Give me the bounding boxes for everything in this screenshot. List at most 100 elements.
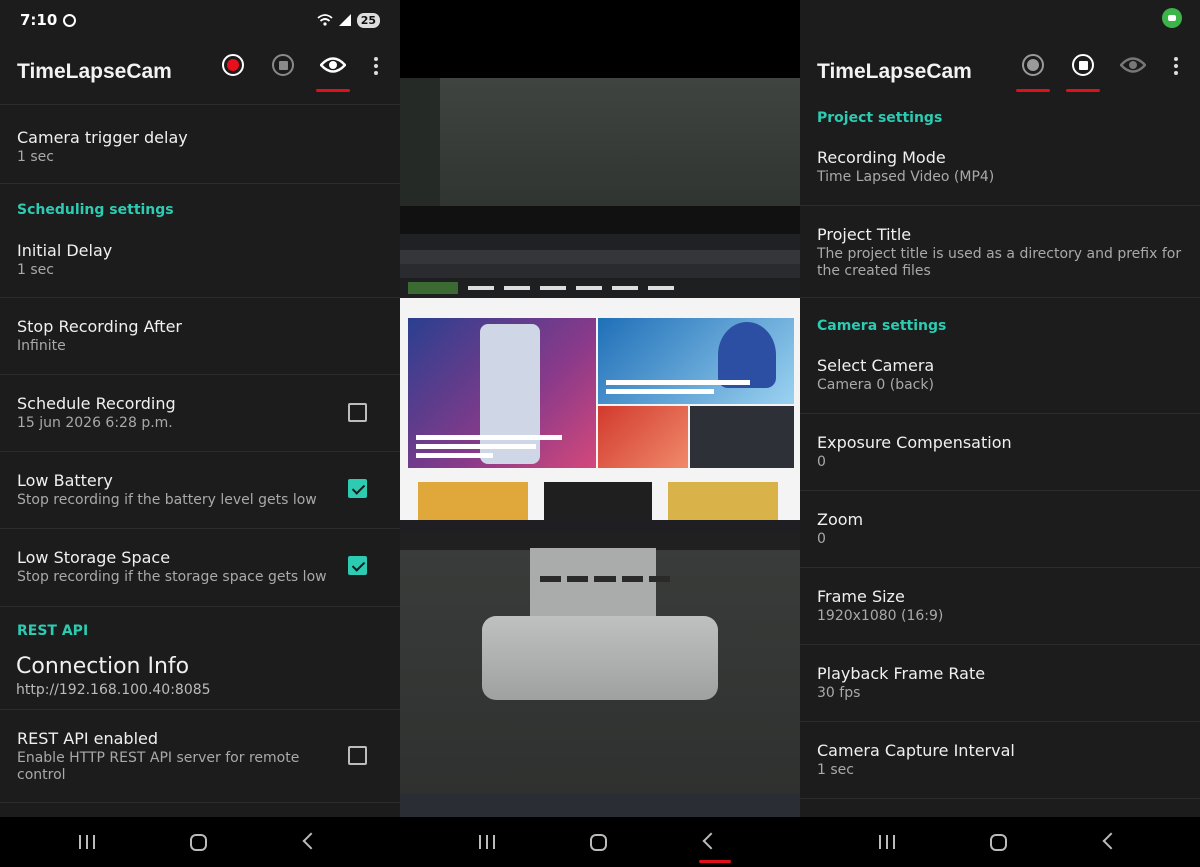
- section-scheduling: Scheduling settings: [17, 202, 174, 218]
- back-icon[interactable]: [1102, 832, 1120, 850]
- pref-schedule-recording[interactable]: Schedule Recording 15 jun 2026 6:28 p.m.: [0, 375, 400, 452]
- pref-camera-trigger-delay[interactable]: Camera trigger delay 1 sec: [0, 104, 400, 184]
- camera-preview[interactable]: [400, 78, 800, 817]
- active-underline: [1066, 89, 1100, 92]
- pref-frame-size[interactable]: Frame Size 1920x1080 (16:9): [800, 568, 1200, 645]
- pref-title: Recording Mode: [817, 148, 946, 167]
- pref-summary: 0: [817, 531, 826, 547]
- record-button[interactable]: [218, 50, 248, 80]
- pref-recording-mode[interactable]: Recording Mode Time Lapsed Video (MP4): [800, 134, 1200, 206]
- nav-bar: [400, 817, 800, 867]
- pref-zoom[interactable]: Zoom 0: [800, 491, 1200, 568]
- more-vert-icon[interactable]: [371, 51, 381, 81]
- pref-summary: The project title is used as a directory…: [817, 246, 1182, 279]
- photo-monitor-screen: [400, 234, 800, 534]
- recents-icon[interactable]: [479, 835, 495, 849]
- pref-connection-info[interactable]: Connection Info http://192.168.100.40:80…: [0, 648, 400, 710]
- whatsapp-icon: [63, 13, 77, 27]
- pref-summary: Stop recording if the battery level gets…: [17, 492, 317, 508]
- app-title: TimeLapseCam: [817, 60, 972, 83]
- pref-project-title[interactable]: Project Title The project title is used …: [800, 206, 1200, 298]
- pref-title: REST API enabled: [17, 729, 159, 748]
- app-toolbar: TimeLapseCam: [0, 40, 400, 104]
- pref-summary: Infinite: [17, 338, 66, 354]
- pref-summary: 30 fps: [817, 685, 861, 701]
- home-icon[interactable]: [190, 834, 207, 851]
- record-icon: [1022, 54, 1044, 76]
- record-icon: [222, 54, 244, 76]
- pref-title: Playback Frame Rate: [817, 664, 986, 683]
- home-icon[interactable]: [590, 834, 607, 851]
- preview-eye-icon: [320, 57, 346, 73]
- pref-summary: Camera 0 (back): [817, 377, 934, 393]
- right-settings-screen: TimeLapseCam Project settings Recording …: [800, 0, 1200, 867]
- preview-eye-icon: [1120, 57, 1146, 73]
- pref-title: Initial Delay: [17, 241, 113, 260]
- pref-title: Low Storage Space: [17, 548, 171, 567]
- pref-summary: 0: [817, 454, 826, 470]
- signal-icon: [338, 14, 351, 26]
- active-underline: [316, 89, 350, 92]
- nav-bar: [800, 817, 1200, 867]
- app-toolbar: TimeLapseCam: [800, 40, 1200, 104]
- pref-camera-capture-interval[interactable]: Camera Capture Interval 1 sec: [800, 722, 1200, 799]
- pref-summary: Enable HTTP REST API server for remote c…: [17, 750, 300, 783]
- pref-select-camera[interactable]: Select Camera Camera 0 (back): [800, 342, 1200, 414]
- pref-title: Exposure Compensation: [817, 433, 1012, 452]
- status-time: 7:10: [20, 11, 58, 29]
- record-button[interactable]: [1016, 50, 1050, 92]
- pref-title: Frame Size: [817, 587, 905, 606]
- pref-title: Connection Info: [16, 654, 190, 679]
- section-project: Project settings: [817, 110, 943, 126]
- back-icon[interactable]: [702, 832, 720, 850]
- stop-button[interactable]: [268, 50, 298, 80]
- pref-title: Low Battery: [17, 471, 113, 490]
- pref-title: Zoom: [817, 510, 864, 529]
- pref-rest-api-enabled[interactable]: REST API enabled Enable HTTP REST API se…: [0, 710, 400, 803]
- pref-title: Select Camera: [817, 356, 935, 375]
- schedule-recording-checkbox[interactable]: [348, 403, 367, 422]
- pref-summary: Stop recording if the storage space gets…: [17, 569, 327, 585]
- active-underline: [699, 860, 731, 863]
- pref-title: Schedule Recording: [17, 394, 176, 413]
- preview-button[interactable]: [316, 50, 350, 92]
- back-icon[interactable]: [302, 832, 320, 850]
- section-camera: Camera settings: [817, 318, 947, 334]
- section-rest-api: REST API: [17, 623, 89, 639]
- pref-summary: 15 jun 2026 6:28 p.m.: [17, 415, 173, 431]
- home-icon[interactable]: [990, 834, 1007, 851]
- battery-icon: 25: [356, 12, 380, 28]
- stop-icon: [1072, 54, 1094, 76]
- pref-summary: 1920x1080 (16:9): [817, 608, 944, 624]
- pref-exposure-compensation[interactable]: Exposure Compensation 0: [800, 414, 1200, 491]
- pref-title: Project Title: [817, 225, 912, 244]
- pref-summary: 1 sec: [17, 262, 54, 278]
- rest-api-checkbox[interactable]: [348, 746, 367, 765]
- wifi-icon: [317, 14, 333, 26]
- status-bar: 7:10 25: [0, 0, 400, 40]
- pref-low-storage[interactable]: Low Storage Space Stop recording if the …: [0, 529, 400, 607]
- low-storage-checkbox[interactable]: [348, 556, 367, 575]
- app-title: TimeLapseCam: [17, 60, 172, 83]
- pref-initial-delay[interactable]: Initial Delay 1 sec: [0, 224, 400, 298]
- left-settings-screen: 7:10 25 TimeLapseCam Camera trigger dela…: [0, 0, 400, 867]
- pref-playback-frame-rate[interactable]: Playback Frame Rate 30 fps: [800, 645, 1200, 722]
- camera-indicator-icon: [1162, 8, 1182, 28]
- camera-preview-screen: [400, 0, 800, 867]
- preview-button[interactable]: [1118, 50, 1148, 80]
- pref-title: Camera trigger delay: [17, 128, 188, 147]
- stop-icon: [272, 54, 294, 76]
- recents-icon[interactable]: [879, 835, 895, 849]
- nav-bar: [0, 817, 400, 867]
- pref-summary: 1 sec: [17, 149, 54, 165]
- active-underline: [1016, 89, 1050, 92]
- stop-button[interactable]: [1066, 50, 1100, 92]
- more-vert-icon[interactable]: [1171, 51, 1181, 81]
- pref-stop-recording-after[interactable]: Stop Recording After Infinite: [0, 298, 400, 375]
- pref-summary: 1 sec: [817, 762, 854, 778]
- recents-icon[interactable]: [79, 835, 95, 849]
- pref-title: Stop Recording After: [17, 317, 182, 336]
- low-battery-checkbox[interactable]: [348, 479, 367, 498]
- pref-low-battery[interactable]: Low Battery Stop recording if the batter…: [0, 452, 400, 529]
- pref-title: Camera Capture Interval: [817, 741, 1015, 760]
